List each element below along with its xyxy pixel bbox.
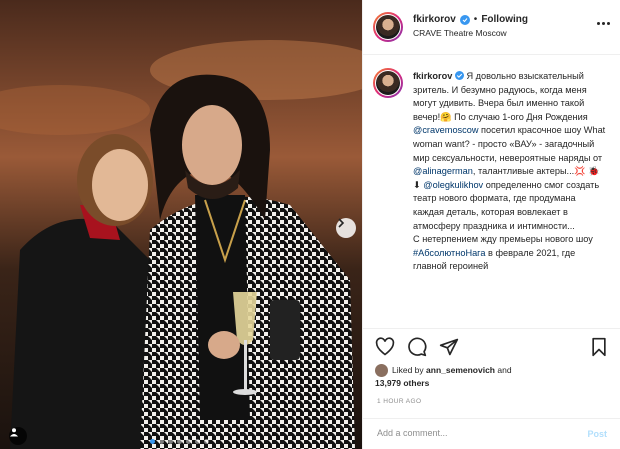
share-icon[interactable]: [439, 337, 459, 357]
post-timestamp[interactable]: 1 HOUR AGO: [377, 398, 421, 405]
caption-avatar[interactable]: [373, 68, 403, 98]
mention-link[interactable]: @alinagerman: [413, 166, 473, 176]
location-link[interactable]: CRAVE Theatre Moscow: [413, 28, 507, 38]
comment-icon[interactable]: [407, 337, 427, 357]
carousel-dot: [168, 439, 173, 444]
follow-status-button[interactable]: Following: [481, 14, 528, 25]
header-separator: •: [473, 14, 478, 25]
mention-link[interactable]: @cravemoscow: [413, 125, 479, 135]
post-comment-button[interactable]: Post: [587, 429, 607, 439]
next-slide-button[interactable]: [336, 218, 356, 238]
hashtag-link[interactable]: #АбсолютноНага: [413, 248, 485, 258]
caption-area: fkirkorov Я довольно взыскательный зрите…: [363, 56, 620, 328]
header-username[interactable]: fkirkorov: [413, 14, 456, 25]
carousel-dot: [195, 439, 200, 444]
likes-summary: Liked by ann_semenovich and 13,979 other…: [375, 364, 512, 389]
caption-text-5: С нетерпением жду премьеры нового шоу: [413, 234, 593, 245]
header-avatar[interactable]: [373, 12, 403, 42]
carousel-dot: [159, 439, 164, 444]
user-tag-icon: [10, 428, 18, 437]
liker-username[interactable]: ann_semenovich: [426, 365, 495, 375]
caption-username[interactable]: fkirkorov: [413, 71, 452, 81]
carousel-dot: [150, 439, 155, 444]
likes-prefix: Liked by: [392, 365, 427, 375]
header-user-line: fkirkorov • Following: [413, 14, 528, 25]
photo-illustration: [0, 0, 362, 449]
liker-avatar[interactable]: [375, 364, 388, 378]
likes-middle: and: [495, 365, 512, 375]
verified-badge-icon: [454, 71, 464, 80]
post-actions: [363, 328, 620, 362]
comment-bar: Post: [363, 418, 620, 449]
post-header: fkirkorov • Following CRAVE Theatre Mosc…: [363, 0, 620, 55]
chevron-right-icon: [338, 218, 345, 228]
likes-count[interactable]: 13,979 others: [375, 378, 429, 388]
post-caption: fkirkorov Я довольно взыскательный зрите…: [413, 70, 608, 274]
more-options-icon[interactable]: [597, 18, 613, 28]
user-tag-button[interactable]: [9, 427, 27, 445]
comment-input[interactable]: [377, 428, 567, 438]
carousel-dot: [186, 439, 191, 444]
bookmark-icon[interactable]: [589, 337, 609, 357]
heart-icon[interactable]: [375, 337, 395, 357]
post-photo[interactable]: [0, 0, 362, 449]
carousel-indicator: [150, 439, 209, 444]
mention-link[interactable]: @olegkulikhov: [423, 180, 483, 190]
carousel-dot: [177, 439, 182, 444]
verified-badge-icon: [459, 14, 470, 25]
carousel-dot: [204, 439, 209, 444]
post-side-panel: fkirkorov • Following CRAVE Theatre Mosc…: [362, 0, 620, 449]
